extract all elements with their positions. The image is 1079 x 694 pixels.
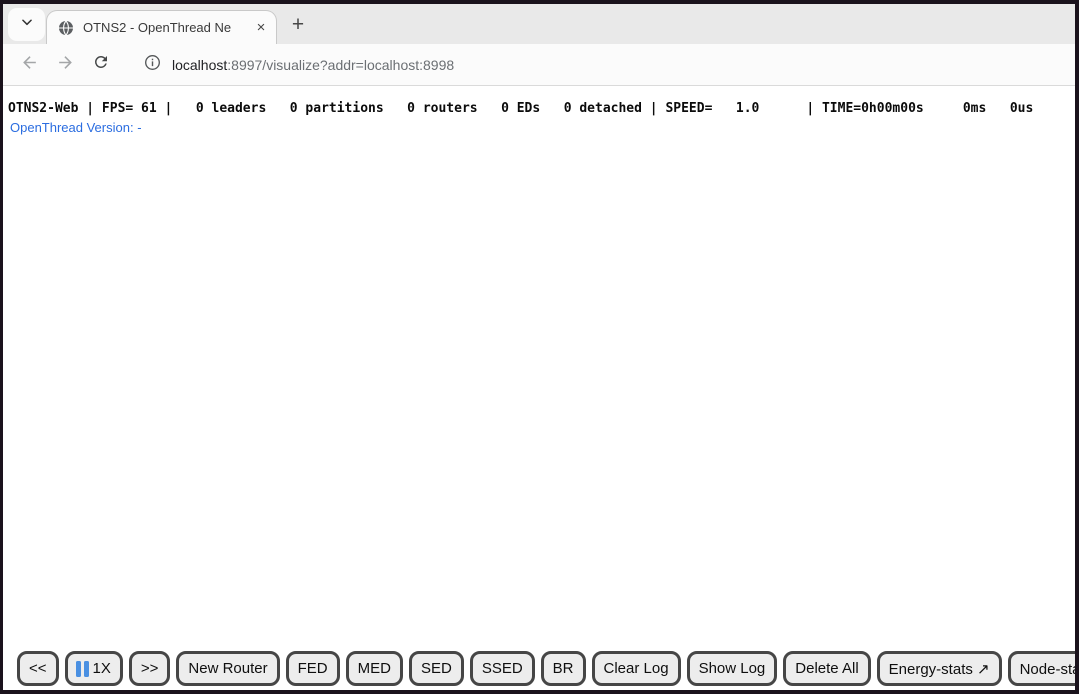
globe-favicon-icon: [58, 20, 74, 36]
button-label: SSED: [482, 660, 523, 677]
browser-window: OTNS2 - OpenThread Ne × +: [0, 0, 1079, 694]
med-button[interactable]: MED: [346, 651, 403, 686]
info-circle-icon: [143, 53, 162, 77]
energy-stats-button[interactable]: Energy-stats ↗: [877, 651, 1002, 686]
url-path: :8997/visualize?addr=localhost:8998: [227, 57, 454, 73]
button-label: Show Log: [699, 660, 766, 677]
clear-log-button[interactable]: Clear Log: [592, 651, 681, 686]
address-bar: localhost:8997/visualize?addr=localhost:…: [3, 44, 1075, 86]
url-host: localhost: [172, 57, 227, 73]
pause-icon: [76, 661, 89, 677]
button-label: MED: [358, 660, 391, 677]
button-label: FED: [298, 660, 328, 677]
reload-button[interactable]: [87, 51, 115, 79]
button-label: Delete All: [795, 660, 858, 677]
button-label: Node-stats ↗: [1020, 660, 1079, 678]
button-label: Clear Log: [604, 660, 669, 677]
back-button[interactable]: [15, 51, 43, 79]
step-back-button[interactable]: <<: [17, 651, 59, 686]
url-field[interactable]: localhost:8997/visualize?addr=localhost:…: [172, 57, 454, 73]
show-log-button[interactable]: Show Log: [687, 651, 778, 686]
button-label: Energy-stats ↗: [889, 660, 990, 678]
tab-strip: OTNS2 - OpenThread Ne × +: [3, 4, 1075, 44]
sed-button[interactable]: SED: [409, 651, 464, 686]
reload-icon: [92, 53, 110, 76]
otns-visualizer-canvas: OTNS2-Web | FPS= 61 | 0 leaders 0 partit…: [3, 86, 1075, 690]
button-label: 1X: [93, 660, 111, 677]
br-button[interactable]: BR: [541, 651, 586, 686]
site-info-button[interactable]: [138, 51, 166, 79]
button-label: New Router: [188, 660, 267, 677]
fed-button[interactable]: FED: [286, 651, 340, 686]
delete-all-button[interactable]: Delete All: [783, 651, 870, 686]
arrow-right-icon: [56, 53, 75, 77]
browser-tab[interactable]: OTNS2 - OpenThread Ne ×: [46, 10, 277, 44]
forward-button[interactable]: [51, 51, 79, 79]
button-label: BR: [553, 660, 574, 677]
openthread-version-link[interactable]: OpenThread Version: -: [10, 120, 142, 135]
chevron-down-icon: [20, 15, 34, 34]
tab-search-button[interactable]: [8, 8, 45, 41]
ssed-button[interactable]: SSED: [470, 651, 535, 686]
bottom-toolbar: << 1X >> New Router FED MED SED SSED BR Clear Log…: [17, 651, 1075, 686]
new-tab-button[interactable]: +: [285, 12, 311, 38]
tab-title: OTNS2 - OpenThread Ne: [83, 20, 252, 35]
tab-close-icon[interactable]: ×: [252, 19, 270, 37]
button-label: >>: [141, 660, 159, 677]
node-stats-button[interactable]: Node-stats ↗: [1008, 651, 1079, 686]
button-label: SED: [421, 660, 452, 677]
simulation-status-line: OTNS2-Web | FPS= 61 | 0 leaders 0 partit…: [3, 86, 1075, 116]
step-forward-button[interactable]: >>: [129, 651, 171, 686]
button-label: <<: [29, 660, 47, 677]
arrow-left-icon: [20, 53, 39, 77]
new-router-button[interactable]: New Router: [176, 651, 279, 686]
speed-button[interactable]: 1X: [65, 651, 123, 686]
